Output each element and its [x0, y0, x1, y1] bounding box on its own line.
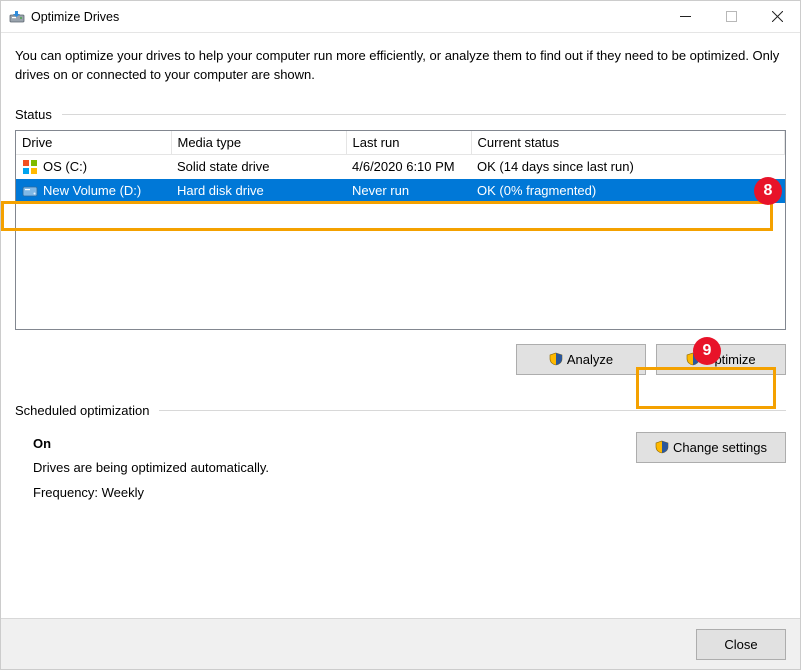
shield-icon	[655, 440, 669, 454]
titlebar[interactable]: Optimize Drives	[1, 1, 800, 32]
drive-status: OK (14 days since last run)	[471, 154, 785, 179]
schedule-frequency: Frequency: Weekly	[33, 481, 618, 506]
schedule-label: Scheduled optimization	[15, 403, 149, 418]
intro-text: You can optimize your drives to help you…	[15, 47, 786, 85]
drive-list[interactable]: Drive Media type Last run Current status	[15, 130, 786, 330]
bottom-bar: Close	[1, 618, 800, 669]
schedule-state: On	[33, 432, 618, 457]
col-media[interactable]: Media type	[171, 131, 346, 155]
drive-status: OK (0% fragmented)	[471, 179, 785, 203]
optimize-label: Optimize	[704, 352, 755, 367]
drive-media: Hard disk drive	[171, 179, 346, 203]
divider	[159, 410, 786, 411]
drive-name-text: OS (C:)	[43, 159, 87, 174]
close-label: Close	[724, 637, 757, 652]
minimize-button[interactable]	[662, 1, 708, 32]
col-drive[interactable]: Drive	[16, 131, 171, 155]
close-window-button[interactable]	[754, 1, 800, 32]
table-header-row[interactable]: Drive Media type Last run Current status	[16, 131, 785, 155]
shield-icon	[549, 352, 563, 366]
shield-icon	[686, 352, 700, 366]
drive-media: Solid state drive	[171, 154, 346, 179]
schedule-desc: Drives are being optimized automatically…	[33, 456, 618, 481]
change-settings-label: Change settings	[673, 440, 767, 455]
analyze-label: Analyze	[567, 352, 613, 367]
analyze-button[interactable]: Analyze	[516, 344, 646, 375]
drive-lastrun: Never run	[346, 179, 471, 203]
window-body: You can optimize your drives to help you…	[1, 33, 800, 618]
drive-row-new-volume-d[interactable]: New Volume (D:) Hard disk drive Never ru…	[16, 179, 785, 203]
col-lastrun[interactable]: Last run	[346, 131, 471, 155]
optimize-button[interactable]: Optimize	[656, 344, 786, 375]
close-button[interactable]: Close	[696, 629, 786, 660]
drive-lastrun: 4/6/2020 6:10 PM	[346, 154, 471, 179]
hard-disk-icon	[22, 183, 38, 199]
optimize-drives-window: Optimize Drives You can optimize your dr…	[0, 0, 801, 670]
divider	[62, 114, 786, 115]
schedule-section-header: Scheduled optimization	[15, 403, 786, 418]
maximize-button	[708, 1, 754, 32]
col-status[interactable]: Current status	[471, 131, 785, 155]
drive-name-text: New Volume (D:)	[43, 183, 141, 198]
status-section-header: Status	[15, 107, 786, 122]
windows-drive-icon	[22, 159, 38, 175]
app-icon	[9, 9, 25, 25]
change-settings-button[interactable]: Change settings	[636, 432, 786, 463]
drive-row-os-c[interactable]: OS (C:) Solid state drive 4/6/2020 6:10 …	[16, 154, 785, 179]
status-label: Status	[15, 107, 52, 122]
window-title: Optimize Drives	[31, 10, 119, 24]
